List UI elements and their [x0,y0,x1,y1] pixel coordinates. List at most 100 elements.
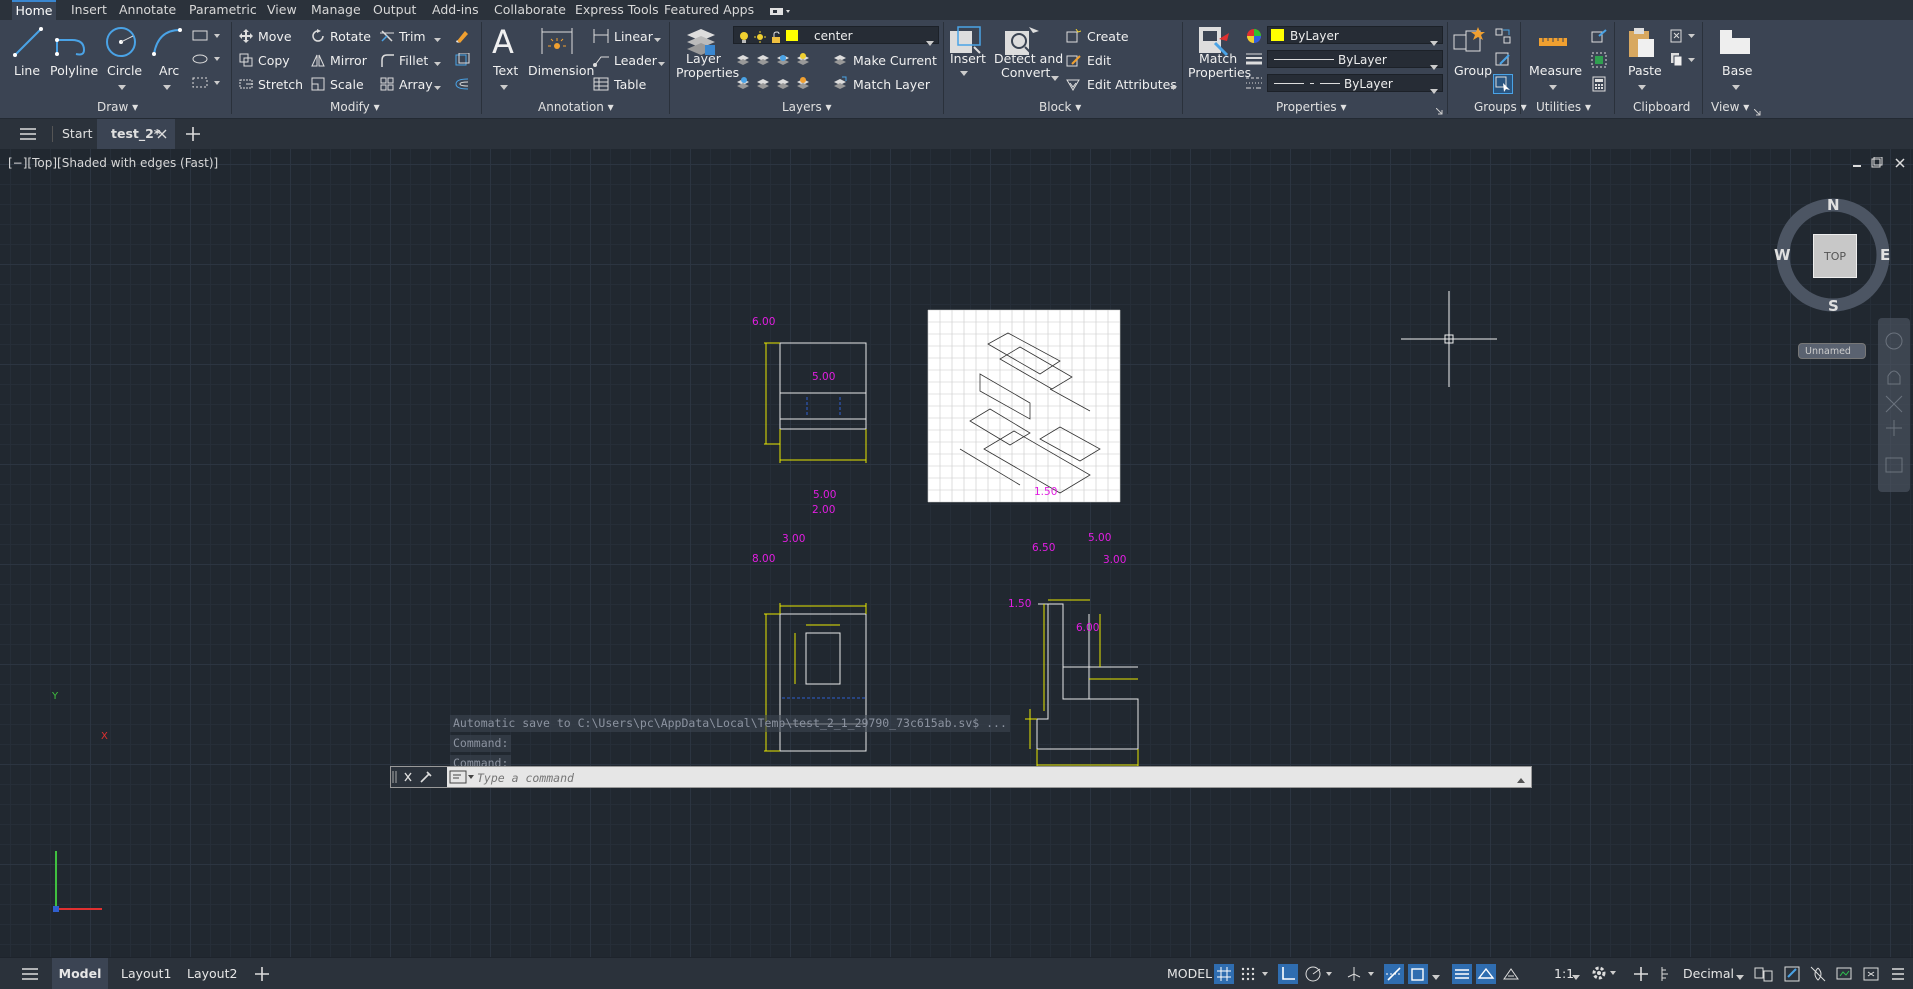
linear-button[interactable]: Linear [614,29,653,44]
dim-label[interactable]: 3.00 [1103,554,1126,566]
layer-properties-label-2[interactable]: Properties [676,65,739,80]
copy-button[interactable]: Copy [258,53,290,68]
quick-properties-icon[interactable] [1754,965,1774,986]
clean-screen-icon[interactable] [1862,965,1880,986]
layout-menu-icon[interactable] [22,967,38,984]
snap-mode-icon[interactable] [1240,966,1270,985]
calculator-icon[interactable] [1591,76,1607,95]
view-panel-title[interactable]: View ▾ [1711,100,1749,114]
detect-convert-label-1[interactable]: Detect and [994,51,1063,66]
annotation-monitor-icon[interactable] [1632,965,1650,986]
view-launcher-icon[interactable] [1753,105,1761,119]
dim-label[interactable]: 1.50 [1008,598,1031,610]
properties-panel-title[interactable]: Properties ▾ [1276,100,1347,114]
scale-button[interactable]: Scale [330,77,364,92]
base-view-icon[interactable] [1718,28,1752,59]
rotate-button[interactable]: Rotate [330,29,371,44]
model-space-toggle[interactable]: MODEL [1167,958,1212,989]
circle-button[interactable]: Circle [107,63,142,78]
object-snap-tracking-icon[interactable] [1384,964,1404,984]
line-icon[interactable] [12,26,44,61]
dim-label[interactable]: 5.00 [1088,532,1111,544]
create-button[interactable]: Create [1087,29,1129,44]
viewcube-top-face[interactable]: TOP [1813,234,1857,278]
draw-panel-title[interactable]: Draw ▾ [97,100,138,114]
leader-button[interactable]: Leader [614,53,657,68]
annotation-scale-dropdown-icon[interactable] [1572,970,1580,984]
dim-label[interactable]: 6.00 [1076,622,1099,634]
paste-button[interactable]: Paste [1628,63,1662,78]
paste-icon[interactable] [1626,25,1656,62]
insert-button[interactable]: Insert [950,51,986,66]
units-dropdown-icon[interactable] [1736,970,1744,984]
layers-panel-title[interactable]: Layers ▾ [782,100,832,114]
measure-dropdown-icon[interactable] [1549,80,1557,94]
utilities-panel-title[interactable]: Utilities ▾ [1536,100,1591,114]
tab-manage[interactable]: Manage [311,0,361,20]
hatch-icon[interactable] [192,53,222,68]
quick-select-icon[interactable] [1591,28,1607,47]
compass-south[interactable]: S [1828,297,1839,315]
layer-tools-row-2-icon[interactable] [736,76,832,93]
group-edit-icon[interactable] [1495,52,1511,71]
polar-tracking-icon[interactable] [1304,965,1334,986]
layer-tools-row-1-icon[interactable] [736,52,832,69]
paste-dropdown-icon[interactable] [1638,80,1646,94]
ucs-menu-button[interactable]: Unnamed [1798,343,1866,359]
table-button[interactable]: Table [614,77,646,92]
array-dropdown-icon[interactable] [434,80,441,94]
tab-addins[interactable]: Add-ins [432,0,479,20]
tab-annotate[interactable]: Annotate [119,0,176,20]
layout2-tab[interactable]: Layout2 [187,958,237,989]
lock-ui-icon[interactable] [1783,965,1801,986]
tab-parametric[interactable]: Parametric [189,0,257,20]
dim-label[interactable]: 8.00 [752,553,775,565]
isodraft-icon[interactable] [1346,965,1376,986]
polyline-icon[interactable] [54,26,88,61]
new-layout-icon[interactable] [255,967,269,984]
isolate-objects-icon[interactable] [1809,965,1827,986]
units-icon[interactable] [1660,965,1672,986]
workspace-gear-icon[interactable] [1590,964,1620,985]
base-button[interactable]: Base [1722,63,1752,78]
detect-dropdown-icon[interactable] [1051,71,1059,85]
dim-label[interactable]: 5.00 [813,489,836,501]
model-layout-tab[interactable]: Model [52,958,108,989]
application-menu-icon[interactable] [20,127,36,144]
units-value[interactable]: Decimal [1683,958,1734,989]
fillet-button[interactable]: Fillet [399,53,428,68]
new-tab-icon[interactable] [186,127,200,144]
reference-sketch-image[interactable] [927,309,1121,503]
close-tab-icon[interactable] [157,128,167,142]
arc-button[interactable]: Arc [159,63,179,78]
dimension-button[interactable]: Dimension [528,63,594,78]
drawing-canvas[interactable]: [−][Top][Shaded with edges (Fast)] 6.00 … [0,149,1913,957]
match-layer-button[interactable]: Match Layer [853,77,930,92]
graphics-performance-icon[interactable] [1835,965,1853,986]
insert-dropdown-icon[interactable] [960,66,968,80]
select-all-icon[interactable] [1591,52,1607,71]
edit-attributes-dropdown-icon[interactable] [1170,80,1177,94]
fillet-dropdown-icon[interactable] [434,56,441,70]
array-button[interactable]: Array [399,77,433,92]
arc-dropdown-icon[interactable] [163,80,171,94]
copy-clip-icon[interactable] [1670,52,1696,71]
grid-toggle-icon[interactable] [1214,964,1234,984]
linear-dropdown-icon[interactable] [654,32,661,46]
command-input[interactable] [475,767,1509,789]
arc-icon[interactable] [150,26,184,61]
layout1-tab[interactable]: Layout1 [121,958,171,989]
command-prompt-icon[interactable] [449,769,475,788]
cut-icon[interactable] [1670,28,1696,47]
dim-label[interactable]: 3.00 [782,533,805,545]
lineweight-dropdown[interactable]: ByLayer [1267,50,1443,70]
groups-panel-title[interactable]: Groups ▾ [1474,100,1527,114]
object-snap-dropdown-icon[interactable] [1432,970,1440,984]
detect-convert-label-2[interactable]: Convert [1001,65,1050,80]
ungroup-icon[interactable] [1495,28,1511,47]
compass-east[interactable]: E [1880,246,1890,264]
linetype-dropdown[interactable]: ByLayer [1267,74,1443,94]
text-dropdown-icon[interactable] [500,80,508,94]
viewcube[interactable]: TOP N S W E [1772,194,1894,316]
object-snap-icon[interactable] [1408,964,1428,984]
